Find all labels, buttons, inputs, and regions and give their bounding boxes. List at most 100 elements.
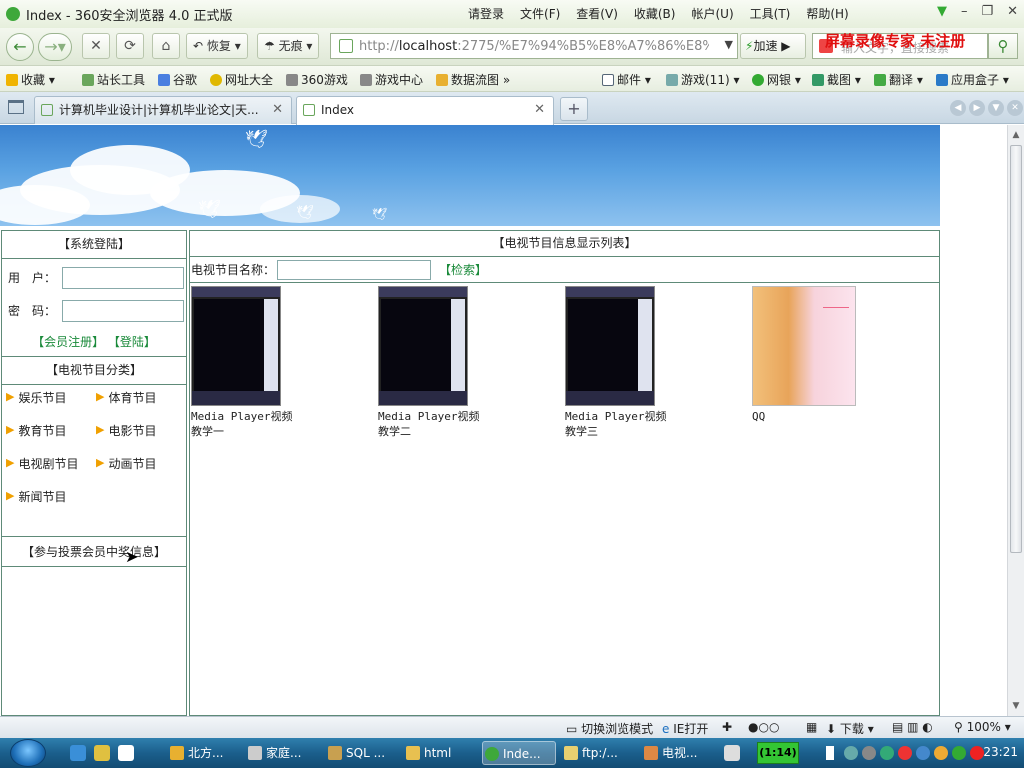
tray-app-icon[interactable] [970,746,984,760]
register-link[interactable]: 【会员注册】 [32,335,104,349]
close-tab-icon[interactable]: ✕ [534,97,545,123]
restore-button[interactable]: ↶ 恢复 ▾ [186,33,248,59]
password-input[interactable] [62,299,184,322]
toggle-switch-icon[interactable]: ●○○ [748,720,779,734]
taskbar-item[interactable]: 家庭... [246,741,301,765]
taskbar-item[interactable]: SQL ... [326,741,385,765]
menu-tools[interactable]: 工具(T) [750,5,791,22]
sidebar-toggle-icon[interactable] [8,100,24,114]
program-thumbnail[interactable] [752,286,856,406]
program-thumbnail[interactable] [378,286,468,406]
menu-file[interactable]: 文件(F) [520,5,560,22]
bookmark-dataflow[interactable]: 数据流图 » [436,71,510,88]
quicklaunch-explorer-icon[interactable] [94,745,110,761]
program-item[interactable]: QQ [752,286,862,424]
quicklaunch-media-icon[interactable] [118,745,134,761]
category-movies[interactable]: ▶ 电影节目 [96,422,156,439]
taskbar-item-active[interactable]: Inde... [482,741,556,765]
bookmark-game-center[interactable]: 游戏中心 [360,71,423,88]
program-item[interactable]: Media Player视频 教学一 [191,286,301,439]
category-news[interactable]: ▶ 新闻节目 [6,488,66,505]
tray-app-icon[interactable] [916,746,930,760]
close-tab-icon[interactable]: ✕ [272,97,283,123]
status-tool-icon[interactable]: ▦ [806,720,817,734]
program-thumbnail[interactable] [191,286,281,406]
tab-scroll-right-icon[interactable]: ▶ [969,100,985,116]
taskbar-item[interactable]: 电视... [642,741,697,765]
program-thumbnail[interactable] [565,286,655,406]
back-button[interactable]: ← [6,33,34,61]
status-icons[interactable]: ▤ ▥ ◐ [892,720,933,734]
scroll-down-icon[interactable]: ▼ [1008,698,1024,714]
category-entertainment[interactable]: ▶ 娱乐节目 [6,389,66,406]
zoom-control[interactable]: ⚲ 100% ▾ [954,720,1011,734]
bookmark-webmaster-tools[interactable]: 站长工具 [82,71,145,88]
toolbar-mail[interactable]: 邮件 ▾ [602,71,651,88]
switch-mode-button[interactable]: ▭ 切换浏览模式 [566,720,653,737]
program-title[interactable]: QQ [752,409,862,424]
tray-app-icon[interactable] [862,746,876,760]
search-button[interactable]: ⚲ [988,33,1018,59]
program-search-input[interactable] [277,259,432,280]
ie-open-button[interactable]: e IE打开 [662,720,708,737]
tab-list-icon[interactable]: ▼ [988,100,1004,116]
menu-login[interactable]: 请登录 [468,5,504,22]
program-title[interactable]: Media Player视频 教学一 [191,409,301,439]
program-item[interactable]: Media Player视频 教学二 [378,286,488,439]
start-button[interactable] [10,739,46,767]
tray-app-icon[interactable] [934,746,948,760]
incognito-button[interactable]: ☂ 无痕 ▾ [257,33,320,59]
toolbar-screenshot[interactable]: 截图 ▾ [812,71,861,88]
menu-account[interactable]: 帐户(U) [691,5,733,22]
download-button[interactable]: ⬇ 下载 ▾ [826,720,874,737]
taskbar-item[interactable]: 北方... [168,741,223,765]
username-input[interactable] [62,266,184,289]
home-button[interactable]: ⌂ [152,33,180,59]
forward-button[interactable]: →▾ [38,33,72,61]
program-title[interactable]: Media Player视频 教学三 [565,409,675,439]
tray-qq-icon[interactable] [898,746,912,760]
refresh-button[interactable]: ⟳ [116,33,144,59]
toolbar-translate[interactable]: 翻译 ▾ [874,71,923,88]
tab-index[interactable]: Index ✕ [296,96,554,125]
toolbar-app-box[interactable]: 应用盒子 ▾ [936,71,1009,88]
bookmark-google[interactable]: 谷歌 [158,71,197,88]
taskbar-item[interactable]: ftp:/... [562,741,618,765]
page-scrollbar[interactable]: ▲ ▼ [1007,125,1024,716]
speedup-button[interactable]: ⚡加速 ▶ [740,33,806,59]
menu-favorites[interactable]: 收藏(B) [634,5,676,22]
tray-expand-icon[interactable] [826,746,834,760]
program-search-button[interactable]: 【检索】 [439,261,487,278]
close-window-icon[interactable]: ✕ [1007,4,1018,19]
more-bookmarks-icon[interactable]: » [503,73,510,87]
category-tv-drama[interactable]: ▶ 电视剧节目 [6,455,78,472]
address-bar[interactable]: http://localhost:2775/%E7%94%B5%E8%A7%86… [330,33,738,59]
category-animation[interactable]: ▶ 动画节目 [96,455,156,472]
shield-icon[interactable]: ✚ [722,720,732,734]
skin-icon[interactable]: ▼ [937,4,947,19]
bookmark-360-games[interactable]: 360游戏 [286,71,348,88]
tab-close-all-icon[interactable]: ✕ [1007,100,1023,116]
minimize-icon[interactable]: – [961,4,968,19]
address-url[interactable]: http://localhost:2775/%E7%94%B5%E8%A7%86… [359,39,709,54]
category-sports[interactable]: ▶ 体育节目 [96,389,156,406]
tray-app-icon[interactable] [880,746,894,760]
new-tab-button[interactable]: + [560,97,588,121]
address-dropdown-icon[interactable]: ▼ [725,38,733,51]
menu-view[interactable]: 查看(V) [576,5,618,22]
program-title[interactable]: Media Player视频 教学二 [378,409,488,439]
tab-scroll-left-icon[interactable]: ◀ [950,100,966,116]
toolbar-games[interactable]: 游戏(11) ▾ [666,71,739,88]
keyboard-icon[interactable] [724,745,740,761]
menu-help[interactable]: 帮助(H) [806,5,848,22]
bookmark-favorites[interactable]: 收藏 ▾ [6,71,55,88]
tab-thesis-site[interactable]: 计算机毕业设计|计算机毕业论文|天... ✕ [34,96,292,124]
tray-360-icon[interactable] [952,746,966,760]
program-item[interactable]: Media Player视频 教学三 [565,286,675,439]
quicklaunch-ie-icon[interactable] [70,745,86,761]
tray-network-icon[interactable] [844,746,858,760]
login-link[interactable]: 【登陆】 [108,335,156,349]
bookmark-url-directory[interactable]: 网址大全 [210,71,273,88]
restore-window-icon[interactable]: ❐ [981,4,993,19]
scroll-up-icon[interactable]: ▲ [1008,127,1024,143]
